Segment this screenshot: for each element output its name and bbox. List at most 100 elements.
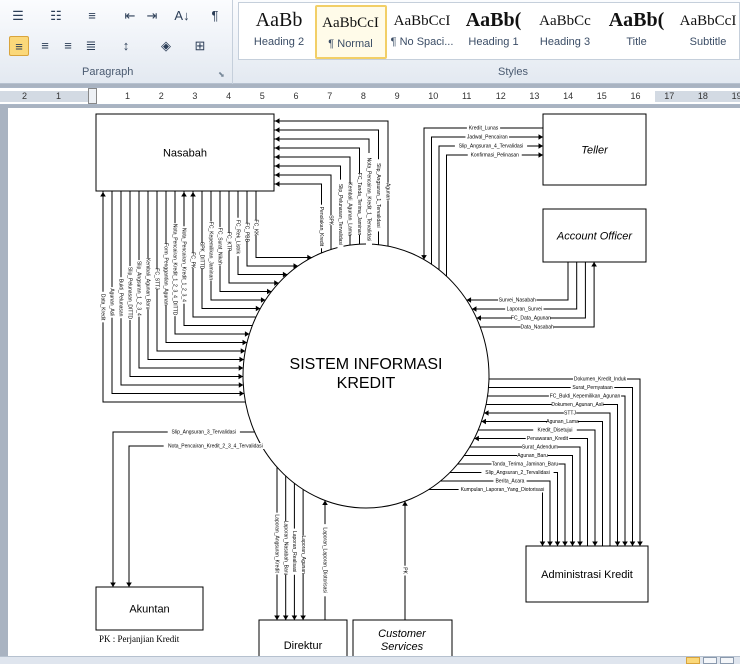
flow-label: FC_PBB [244, 223, 250, 243]
sort-icon[interactable]: A↓ [172, 6, 192, 26]
ruler-number: 1 [56, 91, 62, 101]
decrease-indent-icon[interactable]: ⇤ [120, 6, 140, 26]
full-screen-view-icon[interactable] [703, 657, 717, 664]
flow-line [466, 262, 569, 301]
flow-label: Form_Penggantian_Agunan [163, 243, 169, 306]
dialog-launcher-icon[interactable]: ⬊ [218, 70, 225, 79]
shading-icon[interactable]: ◈ [156, 36, 176, 56]
legend-note: PK : Perjanjian Kredit [99, 634, 180, 644]
horizontal-ruler[interactable]: 2 1 1 2 3 4 5 6 7 8 9 10 11 12 13 14 15 16 17 18 19 [0, 87, 740, 105]
arrowhead [569, 541, 576, 546]
flow-label: Laporan_Agunan [300, 536, 306, 575]
style-heading-2[interactable]: AaBb Heading 2 [243, 5, 315, 59]
web-layout-view-icon[interactable] [720, 657, 734, 664]
flow-label: Slip_Pelunasan_Tervalidasi [337, 184, 343, 245]
flow-label: Berita_Acara [496, 478, 525, 484]
style-title[interactable]: AaBb(Title [601, 5, 673, 59]
style-preview: AaBbCcI [679, 13, 737, 29]
ruler-number: 10 [428, 91, 439, 101]
style-name: Heading 3 [539, 36, 591, 48]
flow-label: Dokumen_Kredit_Induk [574, 376, 627, 382]
justify-icon[interactable]: ≣ [81, 36, 101, 56]
flow-line [438, 145, 543, 270]
arrowhead [538, 152, 543, 158]
flow-label: Slip_Pelunasan_DITTD [127, 267, 133, 320]
style-name: Subtitle [689, 36, 727, 48]
style-preview: AaBb [255, 9, 303, 31]
indent-marker[interactable] [88, 88, 97, 104]
flow-label: Laporan_Realisasi [291, 531, 297, 572]
flow-label: Data_Kredit [100, 294, 106, 321]
bullets-icon[interactable]: ☰ [8, 6, 28, 26]
arrowhead [181, 192, 187, 197]
flow-line [457, 463, 566, 546]
arrowhead [238, 382, 244, 388]
flow-label: Agunan [385, 183, 391, 200]
document-page[interactable]: SISTEM INFORMASI KREDIT Agunan Slip_Angsura… [8, 108, 740, 656]
ruler-number: 2 [158, 91, 164, 101]
arrowhead [275, 172, 280, 178]
style-heading-3[interactable]: AaBbCc Heading 3 [529, 5, 601, 59]
arrowhead [591, 262, 597, 267]
context-diagram: SISTEM INFORMASI KREDIT Agunan Slip_Angsura… [95, 113, 649, 656]
style-subtitle[interactable]: AaBbCcI Subtitle [672, 5, 740, 59]
flow-label: FC_PK [190, 252, 196, 269]
styles-label: Styles [498, 66, 528, 78]
flow-label: Surat_Adendum [522, 444, 558, 450]
ruler-number: 1 [125, 91, 131, 101]
arrowhead [622, 541, 628, 546]
flow-label: Konfirmasi_Pelinasan [471, 152, 520, 158]
align-right-icon[interactable]: ≡ [58, 36, 78, 56]
arrowhead [577, 541, 583, 546]
style-preview: AaBbCcI [322, 15, 379, 31]
multilevel-list-icon[interactable]: ≡ [82, 6, 102, 26]
process-title-line1: SISTEM INFORMASI [290, 356, 443, 373]
align-center-icon[interactable]: ≡ [35, 36, 55, 56]
flow-label: Penolakan_Kredit [318, 207, 324, 247]
ruler-number: 12 [495, 91, 506, 101]
flow-label: Laporan_Survei [507, 306, 542, 312]
flow-line [112, 431, 255, 587]
arrowhead [275, 145, 280, 151]
flow-line [274, 183, 322, 253]
ruler-number: 4 [226, 91, 232, 101]
ruler-number: 8 [360, 91, 366, 101]
style-normal[interactable]: AaBbCcI ¶ Normal [314, 5, 387, 59]
increase-indent-icon[interactable]: ⇥ [142, 6, 162, 26]
style-name: ¶ No Spaci... [390, 36, 454, 48]
flow-label: Kredit_Lunas [469, 125, 499, 131]
paragraph-group: ☰ ☷ ≡ ⇤ ⇥ A↓ ¶ ≡ ≡ ≡ ≣ ↕ ◈ ⊞ Paragraph ⬊ [0, 0, 233, 84]
entity-direktur-label: Direktur [284, 640, 323, 652]
style-no-spaci[interactable]: AaBbCcI ¶ No Spaci... [386, 5, 458, 59]
print-layout-view-icon[interactable] [686, 657, 700, 664]
ruler-number: 19 [731, 91, 740, 101]
pilcrow-icon[interactable]: ¶ [205, 6, 225, 26]
flow-label: STTJ [564, 410, 576, 416]
flow-label: Agunan_Baru [517, 453, 548, 459]
arrowhead [592, 541, 598, 546]
borders-icon[interactable]: ⊞ [190, 36, 210, 56]
flow-label: Kumpulan_Laporan_Yang_Diotorisasi [461, 487, 545, 493]
arrowhead [637, 541, 643, 546]
align-left-icon[interactable]: ≡ [9, 36, 29, 56]
arrowhead [110, 582, 116, 587]
flow-label: FC_KK [253, 220, 259, 237]
flow-label: Penawaran_Kredit [527, 436, 569, 442]
style-heading-1[interactable]: AaBb(Heading 1 [458, 5, 530, 59]
flow-label: SPK_DITTD [199, 242, 205, 270]
flow-label: Nota_Pencairan_Kredit_1_Tervalidasi [366, 158, 372, 242]
ruler-number: 15 [596, 91, 607, 101]
process-title-line2: KREDIT [337, 375, 396, 392]
flow-label: Slip_Angsuran_2_Tervalidasi [485, 470, 550, 476]
numbering-icon[interactable]: ☷ [46, 6, 66, 26]
flow-label: FC_Surat_Nikah [217, 228, 223, 265]
flow-label: Nota_Pencairan_Kredit_1_2_3_4 [181, 228, 187, 302]
line-spacing-icon[interactable]: ↕ [116, 36, 136, 56]
flow-label: Bukti_Pelunasan [118, 279, 124, 317]
ruler-number: 16 [630, 91, 641, 101]
arrowhead [275, 118, 280, 124]
flow-line [156, 191, 246, 352]
flow-label: Nota_Pencairan_Kredit_1_2_3_4_DITTD [172, 224, 178, 316]
style-name: Title [626, 36, 647, 48]
flow-label: Laporan_Nasabah_Baru [282, 521, 288, 576]
